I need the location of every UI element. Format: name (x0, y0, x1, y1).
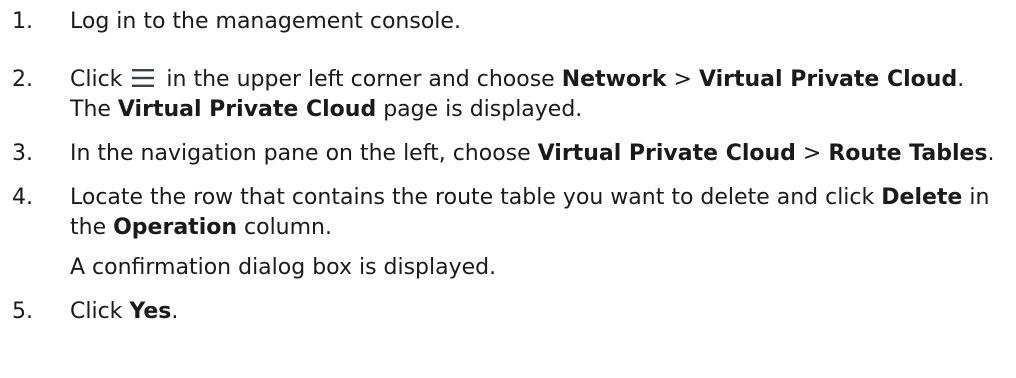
step-text-segment: . (171, 299, 179, 324)
step-4: 4. Locate the row that contains the rout… (0, 183, 1016, 283)
step-body: Click in the upper left corner and choos… (70, 65, 1016, 125)
step-3: 3. In the navigation pane on the left, c… (0, 139, 1016, 169)
button-name-delete: Delete (881, 185, 963, 210)
path-separator: > (802, 141, 822, 166)
step-text: Locate the row that contains the route t… (70, 183, 1002, 243)
step-number: 3. (12, 141, 33, 166)
step-body: Locate the row that contains the route t… (70, 183, 1016, 283)
step-body: Log in to the management console. (70, 7, 1016, 37)
step-text: Click Yes. (70, 297, 1002, 327)
menu-name-network: Network (561, 67, 667, 92)
menu-name-route-tables: Route Tables (828, 141, 988, 166)
step-1: 1. Log in to the management console. (0, 7, 1016, 37)
column-name-operation: Operation (113, 215, 238, 240)
step-text-segment: in the upper left corner and choose (166, 67, 555, 92)
step-text: Log in to the management console. (70, 9, 461, 34)
step-text-segment: Locate the row that contains the route t… (70, 185, 875, 210)
step-text: Click in the upper left corner and choos… (70, 65, 1002, 125)
step-text-segment: column. (244, 215, 332, 240)
page-name-vpc: Virtual Private Cloud (117, 97, 377, 122)
menu-name-vpc: Virtual Private Cloud (698, 67, 958, 92)
step-result: A confirmation dialog box is displayed. (70, 255, 497, 280)
step-number: 2. (12, 67, 33, 92)
button-name-yes: Yes (129, 299, 172, 324)
procedure-steps: 1. Log in to the management console. 2. … (0, 0, 1016, 327)
step-number: 5. (12, 299, 33, 324)
menu-name-vpc: Virtual Private Cloud (537, 141, 796, 166)
step-text-segment: Click (70, 67, 123, 92)
step-number: 1. (12, 9, 33, 34)
path-separator: > (673, 67, 692, 92)
step-number: 4. (12, 185, 33, 210)
step-text-segment: . (987, 141, 995, 166)
step-text-segment: In the navigation pane on the left, choo… (70, 141, 531, 166)
step-text: In the navigation pane on the left, choo… (70, 139, 1002, 169)
step-body: In the navigation pane on the left, choo… (70, 139, 1016, 169)
menu-icon (131, 68, 155, 88)
step-text-segment: Click (70, 299, 123, 324)
step-5: 5. Click Yes. (0, 297, 1016, 327)
step-2: 2. Click in the upper left corner and ch… (0, 65, 1016, 125)
step-body: Click Yes. (70, 297, 1016, 327)
step-text-segment: page is displayed. (383, 97, 583, 122)
